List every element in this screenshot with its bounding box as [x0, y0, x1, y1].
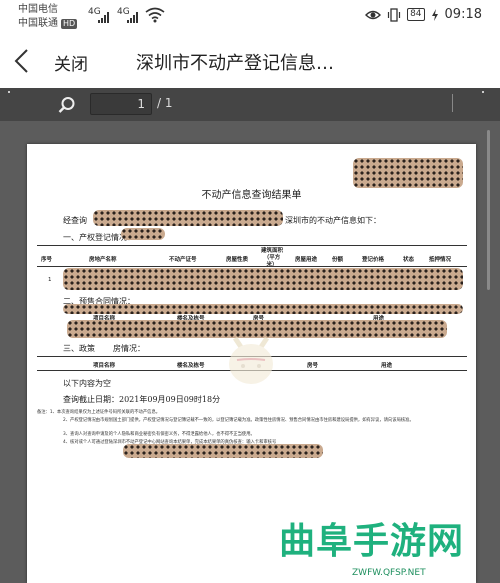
document-title: 不动产信息查询结果单: [201, 190, 302, 201]
empty-text: 以下内容为空: [63, 379, 111, 388]
signal-2-icon: [127, 10, 138, 23]
search-icon[interactable]: [58, 96, 76, 114]
status-right: 84 09:18: [365, 7, 482, 22]
back-icon[interactable]: [12, 48, 34, 74]
t1-row-index: 1: [48, 277, 52, 283]
page-number-input[interactable]: 1: [90, 93, 152, 115]
vibrate-icon: [387, 7, 401, 22]
close-button[interactable]: 关闭: [54, 50, 88, 75]
carrier-2-label: 中国联通 HD: [18, 17, 78, 30]
charging-icon: [431, 8, 438, 21]
t1-col-nature: 房屋性质: [226, 257, 249, 263]
toolbar-dot: [482, 91, 484, 93]
wifi-icon: [145, 7, 165, 23]
app-header: 关闭 深圳市不动产登记信息…: [0, 32, 500, 88]
carrier-1-label: 中国电信: [18, 4, 58, 15]
redaction-block: [121, 228, 165, 240]
page-title: 深圳市不动产登记信息…: [136, 53, 334, 74]
note-2: 2、产权登记情况由市规划国土部门提供，产权登记情况与登记簿记载不一致的，以登记簿…: [63, 418, 414, 423]
section-3-prefix: 三、政策: [63, 344, 95, 353]
t1-col-price: 登记价格: [362, 257, 385, 263]
site-watermark-url: ZWFW.QFSP.NET: [352, 568, 426, 578]
status-bar: 中国电信 中国联通 HD 4G 4G 84 09:18: [0, 0, 500, 32]
redaction-block: [63, 268, 463, 290]
t1-col-share: 份额: [332, 257, 344, 263]
battery-level: 84: [407, 8, 425, 21]
t1-col-cert: 不动产证号: [169, 257, 197, 263]
t3-col-room: 房号: [307, 363, 319, 369]
note-1: 备注：1、本次查询结果仅为上述证件号码所关联的不动产信息。: [37, 410, 161, 415]
redaction-block: [123, 444, 323, 458]
mascot-watermark-icon: [229, 336, 273, 384]
signal-1-icon: [98, 10, 109, 23]
pdf-scrollbar[interactable]: [487, 130, 490, 290]
t1-col-mortgage: 抵押情况: [429, 257, 452, 263]
t3-col-use: 用途: [381, 363, 393, 369]
hd-badge: HD: [61, 19, 78, 29]
query-deadline: 查询截止日期：2021年09月09日09时18分: [63, 395, 221, 404]
intro-prefix: 经查询: [63, 216, 87, 225]
table-1-top-line: [37, 245, 467, 246]
t1-col-name: 房地产名称: [89, 257, 117, 263]
carrier-2-text: 中国联通: [18, 18, 58, 29]
t1-col-index: 序号: [41, 257, 53, 263]
note-3: 3、查询人对查询申请及的个人隐私和商业秘密负有保密义务，不得泄露给他人，也不得不…: [63, 432, 255, 437]
section-3-suffix: 房情况：: [113, 344, 145, 353]
t3-col-building: 楼名及栋号: [177, 363, 205, 369]
clock: 09:18: [444, 7, 482, 22]
pdf-viewer[interactable]: 1 / 1 不动产信息查询结果单 经查询 深圳市的不动产信息如下： 一、产权登记…: [0, 88, 500, 583]
site-watermark: 曲阜手游网: [279, 521, 465, 562]
redaction-block: [93, 210, 283, 226]
toolbar-divider: [452, 94, 453, 112]
redaction-block: [353, 158, 463, 188]
redaction-block: [63, 304, 463, 314]
pdf-toolbar: 1 / 1: [0, 88, 500, 121]
table-1-header-line: [37, 266, 467, 267]
t3-col-project: 项目名称: [93, 363, 116, 369]
toolbar-dot: [8, 91, 10, 93]
intro-suffix: 深圳市的不动产信息如下：: [285, 216, 381, 225]
page-total: / 1: [157, 96, 173, 110]
t1-col-use: 房屋用途: [295, 257, 318, 263]
t1-col-status: 状态: [403, 257, 415, 263]
eye-icon: [365, 10, 382, 19]
